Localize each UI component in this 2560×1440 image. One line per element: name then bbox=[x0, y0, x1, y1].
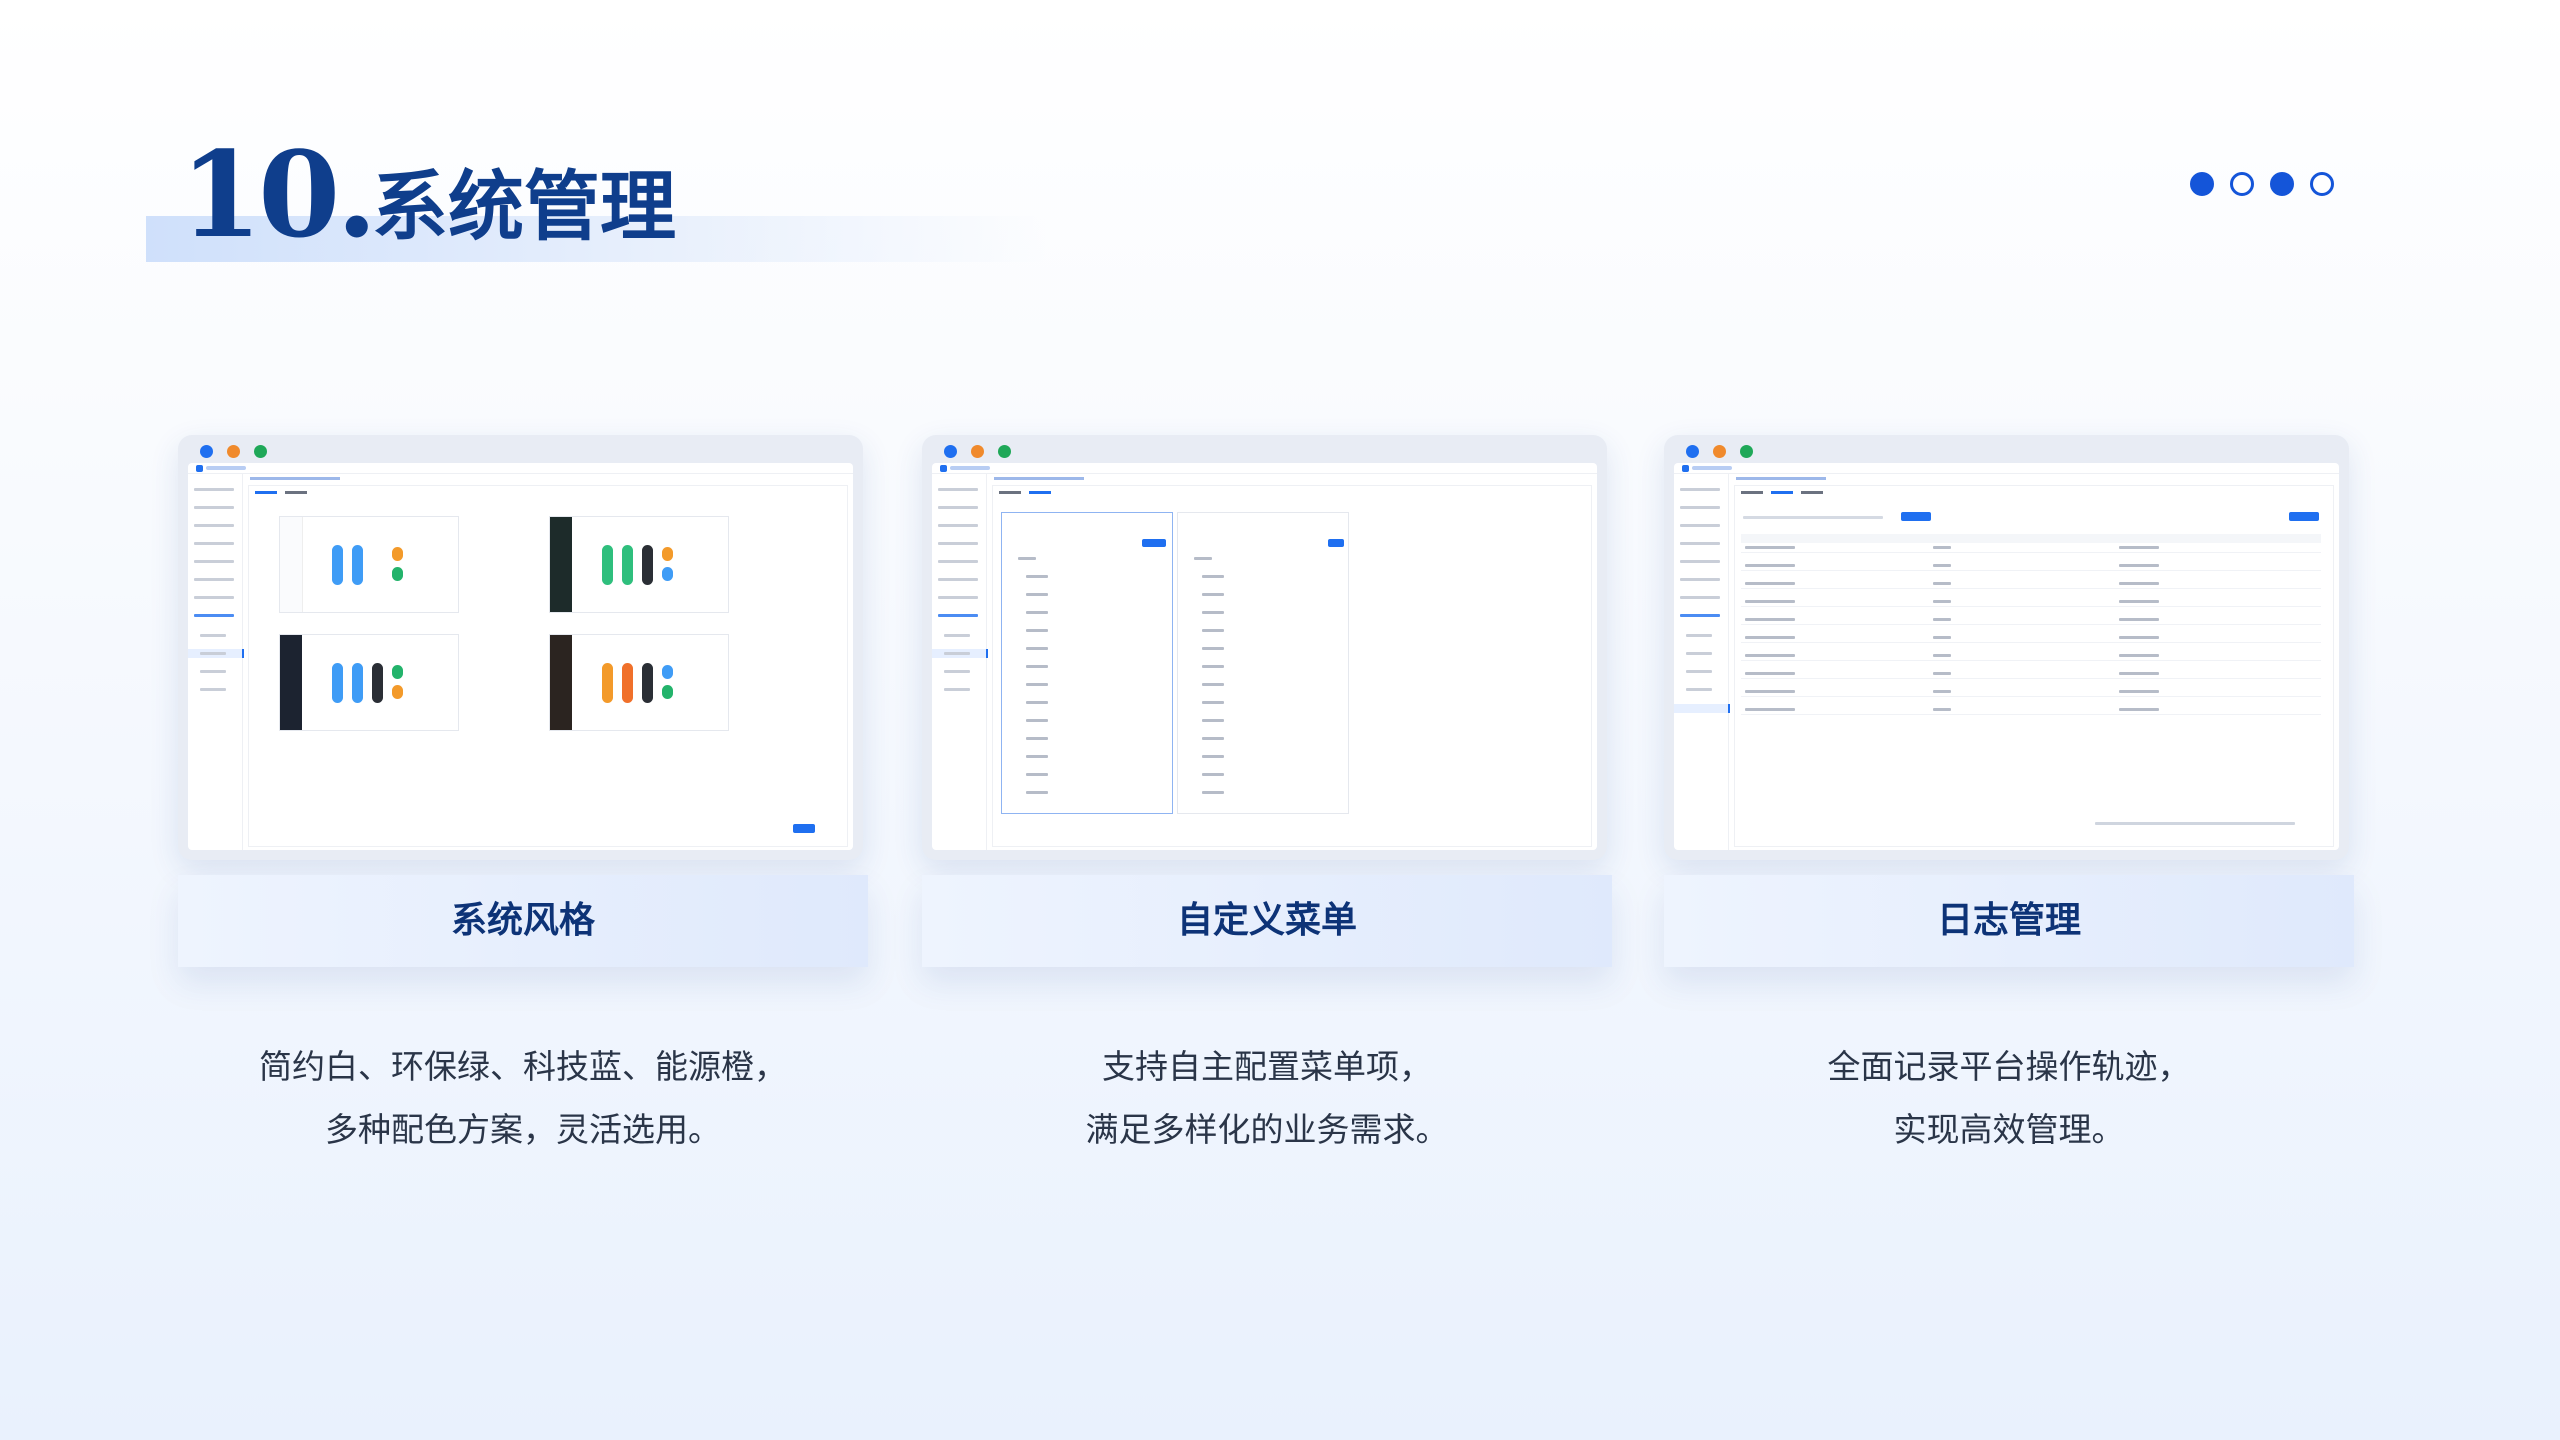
theme-preview-blue bbox=[279, 634, 459, 731]
default-menu-panel bbox=[1001, 512, 1173, 814]
window-dot-blue-icon bbox=[200, 445, 213, 458]
screenshot-thumbnail bbox=[188, 463, 853, 850]
window-controls bbox=[1686, 445, 1753, 458]
browser-frame bbox=[178, 435, 863, 860]
feature-description: 支持自主配置菜单项， 满足多样化的业务需求。 bbox=[922, 1035, 1612, 1161]
theme-preview-white bbox=[279, 516, 459, 613]
window-dot-blue-icon bbox=[944, 445, 957, 458]
section-number: 10. bbox=[180, 125, 377, 264]
feature-label: 系统风格 bbox=[450, 900, 595, 941]
description-line: 全面记录平台操作轨迹， bbox=[1827, 1047, 2191, 1086]
app-sidebar bbox=[1674, 474, 1730, 850]
window-dot-orange-icon bbox=[1713, 445, 1726, 458]
description-line: 多种配色方案，灵活选用。 bbox=[325, 1110, 721, 1149]
page-dot-1 bbox=[2190, 172, 2214, 196]
app-content bbox=[992, 485, 1592, 847]
app-topbar bbox=[188, 463, 853, 474]
description-line: 实现高效管理。 bbox=[1893, 1110, 2125, 1149]
pagination-dots bbox=[2190, 172, 2334, 196]
feature-description: 简约白、环保绿、科技蓝、能源橙， 多种配色方案，灵活选用。 bbox=[178, 1035, 868, 1161]
window-dot-green-icon bbox=[1740, 445, 1753, 458]
app-topbar bbox=[1674, 463, 2339, 474]
description-line: 支持自主配置菜单项， bbox=[1102, 1047, 1432, 1086]
feature-label-panel: 系统风格 bbox=[178, 875, 868, 967]
feature-label-panel: 自定义菜单 bbox=[922, 875, 1612, 967]
app-content bbox=[1734, 485, 2334, 847]
window-dot-blue-icon bbox=[1686, 445, 1699, 458]
feature-label: 日志管理 bbox=[1936, 900, 2081, 941]
page-dot-3 bbox=[2270, 172, 2294, 196]
page-dot-4 bbox=[2310, 172, 2334, 196]
title-block: 10. 系统管理 bbox=[146, 130, 1046, 265]
window-dot-green-icon bbox=[254, 445, 267, 458]
page-dot-2 bbox=[2230, 172, 2254, 196]
description-line: 满足多样化的业务需求。 bbox=[1085, 1110, 1449, 1149]
screenshot-thumbnail bbox=[1674, 463, 2339, 850]
feature-label-panel: 日志管理 bbox=[1664, 875, 2354, 967]
window-dot-orange-icon bbox=[227, 445, 240, 458]
window-controls bbox=[200, 445, 267, 458]
description-line: 简约白、环保绿、科技蓝、能源橙， bbox=[259, 1047, 787, 1086]
window-dot-orange-icon bbox=[971, 445, 984, 458]
browser-frame bbox=[1664, 435, 2349, 860]
window-dot-green-icon bbox=[998, 445, 1011, 458]
screenshot-thumbnail bbox=[932, 463, 1597, 850]
app-content bbox=[248, 485, 848, 847]
theme-preview-orange bbox=[549, 634, 729, 731]
page-title: 系统管理 bbox=[372, 162, 676, 251]
feature-label: 自定义菜单 bbox=[1176, 900, 1357, 941]
theme-preview-green bbox=[549, 516, 729, 613]
app-sidebar bbox=[932, 474, 988, 850]
feature-description: 全面记录平台操作轨迹， 实现高效管理。 bbox=[1664, 1035, 2354, 1161]
app-sidebar bbox=[188, 474, 244, 850]
app-topbar bbox=[932, 463, 1597, 474]
custom-menu-panel bbox=[1177, 512, 1349, 814]
window-controls bbox=[944, 445, 1011, 458]
browser-frame bbox=[922, 435, 1607, 860]
